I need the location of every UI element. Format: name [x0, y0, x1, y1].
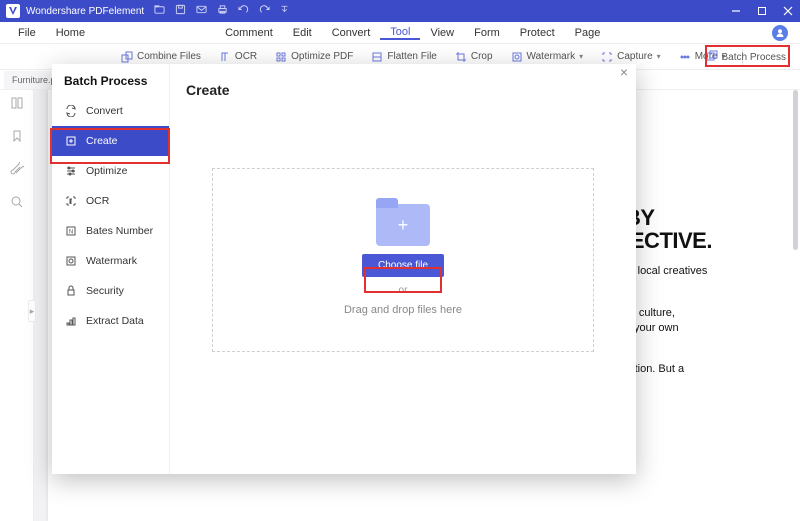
- sidebar-item-optimize[interactable]: Optimize: [52, 156, 169, 186]
- search-icon[interactable]: [10, 195, 24, 214]
- minimize-button[interactable]: [730, 5, 742, 17]
- tool-capture[interactable]: Capture▾: [595, 51, 667, 63]
- drag-drop-text: Drag and drop files here: [344, 304, 462, 316]
- menu-page[interactable]: Page: [565, 27, 611, 39]
- tool-combine-files[interactable]: Combine Files: [115, 51, 207, 63]
- tool-optimize-pdf[interactable]: Optimize PDF: [269, 51, 359, 63]
- menu-edit[interactable]: Edit: [283, 27, 322, 39]
- app-title: Wondershare PDFelement: [26, 6, 144, 17]
- panel-expand-handle[interactable]: ▸: [28, 300, 36, 322]
- sidebar-item-security[interactable]: Security: [52, 276, 169, 306]
- close-button[interactable]: [782, 5, 794, 17]
- tool-flatten-file[interactable]: Flatten File: [365, 51, 442, 63]
- dialog-sidebar-title: Batch Process: [52, 74, 169, 96]
- attachment-icon[interactable]: [10, 162, 24, 181]
- sidebar-item-create[interactable]: Create: [52, 126, 169, 156]
- combine-icon: [121, 51, 133, 63]
- optimize-item-icon: [64, 164, 78, 178]
- dialog-main: × Create + Choose file or Drag and drop …: [170, 64, 636, 474]
- tool-crop[interactable]: Crop: [449, 51, 499, 63]
- vertical-scrollbar[interactable]: [793, 90, 798, 250]
- capture-icon: [601, 51, 613, 63]
- menu-file[interactable]: File: [8, 27, 46, 39]
- redo-icon[interactable]: [259, 4, 270, 18]
- menu-view[interactable]: View: [420, 27, 464, 39]
- save-icon[interactable]: [175, 4, 186, 18]
- tool-watermark[interactable]: Watermark▾: [505, 51, 590, 63]
- open-icon[interactable]: [154, 4, 165, 18]
- svg-text:N: N: [69, 230, 73, 236]
- watermark-item-icon: [64, 254, 78, 268]
- menu-convert[interactable]: Convert: [322, 27, 381, 39]
- choose-file-button[interactable]: Choose file: [362, 254, 444, 277]
- menu-bar: File Home Comment Edit Convert Tool View…: [0, 22, 800, 44]
- sidebar-item-watermark[interactable]: Watermark: [52, 246, 169, 276]
- ocr-item-icon: [64, 194, 78, 208]
- bookmark-icon[interactable]: [10, 129, 24, 148]
- security-icon: [64, 284, 78, 298]
- maximize-button[interactable]: [756, 5, 768, 17]
- batch-process-dialog: Batch Process Convert Create Optimize OC…: [52, 64, 636, 474]
- folder-plus-icon: +: [376, 204, 430, 246]
- sidebar-item-extract[interactable]: Extract Data: [52, 306, 169, 336]
- watermark-icon: [511, 51, 523, 63]
- sidebar-item-convert[interactable]: Convert: [52, 96, 169, 126]
- sidebar-item-bates[interactable]: NBates Number: [52, 216, 169, 246]
- optimize-icon: [275, 51, 287, 63]
- quick-access-toolbar: [154, 4, 289, 18]
- flatten-icon: [371, 51, 383, 63]
- dialog-title: Create: [170, 64, 636, 98]
- user-avatar-icon[interactable]: [772, 25, 788, 41]
- app-logo-icon: [6, 4, 20, 18]
- create-icon: [64, 134, 78, 148]
- bates-icon: N: [64, 224, 78, 238]
- file-dropzone[interactable]: + Choose file or Drag and drop files her…: [212, 168, 594, 352]
- dialog-sidebar: Batch Process Convert Create Optimize OC…: [52, 64, 170, 474]
- more-icon: [679, 51, 691, 63]
- print-icon[interactable]: [217, 4, 228, 18]
- tool-ocr[interactable]: OCR: [213, 51, 263, 63]
- thumbnails-icon[interactable]: [10, 96, 24, 115]
- qat-customize-icon[interactable]: [280, 4, 289, 18]
- undo-icon[interactable]: [238, 4, 249, 18]
- extract-icon: [64, 314, 78, 328]
- sidebar-item-ocr[interactable]: OCR: [52, 186, 169, 216]
- menu-comment[interactable]: Comment: [215, 27, 283, 39]
- mail-icon[interactable]: [196, 4, 207, 18]
- menu-protect[interactable]: Protect: [510, 27, 565, 39]
- crop-icon: [455, 51, 467, 63]
- batch-icon: [706, 50, 718, 65]
- ocr-icon: [219, 51, 231, 63]
- or-text: or: [399, 285, 408, 296]
- title-bar: Wondershare PDFelement: [0, 0, 800, 22]
- menu-tool[interactable]: Tool: [380, 26, 420, 40]
- tool-batch-process[interactable]: Batch Process: [706, 44, 786, 70]
- menu-form[interactable]: Form: [464, 27, 510, 39]
- dialog-close-icon[interactable]: ×: [620, 64, 628, 80]
- convert-icon: [64, 104, 78, 118]
- menu-home[interactable]: Home: [46, 27, 95, 39]
